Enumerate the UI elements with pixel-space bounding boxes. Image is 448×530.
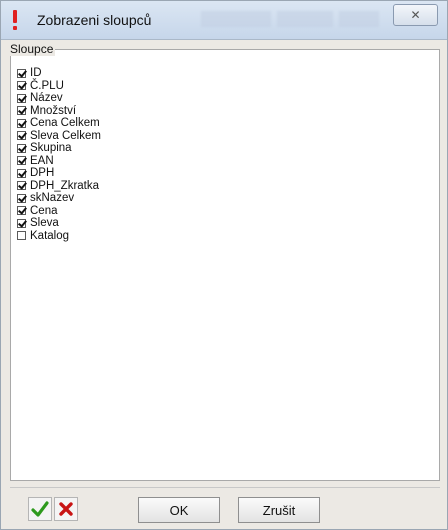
title-bar[interactable]: Zobrazeni sloupců ✕	[1, 1, 447, 40]
column-checkbox[interactable]	[17, 81, 26, 91]
column-item[interactable]: Cena	[17, 205, 101, 218]
column-checkbox[interactable]	[17, 168, 26, 178]
check-all-button[interactable]	[28, 497, 52, 521]
background-blur	[339, 11, 379, 27]
column-label: Č.PLU	[30, 79, 64, 92]
column-checkbox[interactable]	[17, 106, 26, 116]
column-checkbox[interactable]	[17, 118, 26, 128]
column-checkbox[interactable]	[17, 206, 26, 216]
red-x-icon	[59, 502, 73, 516]
background-blur	[277, 11, 333, 27]
column-label: skNazev	[30, 192, 75, 205]
column-checkbox[interactable]	[17, 131, 26, 141]
column-item[interactable]: skNazev	[17, 192, 101, 205]
background-blur	[201, 11, 271, 27]
column-item[interactable]: EAN	[17, 155, 101, 168]
column-label: Název	[30, 92, 63, 105]
column-checkbox[interactable]	[17, 68, 26, 78]
divider	[10, 487, 440, 488]
column-label: Katalog	[30, 229, 70, 242]
column-checkbox[interactable]	[17, 193, 26, 203]
column-label: Množství	[30, 104, 77, 117]
column-item[interactable]: ID	[17, 67, 101, 80]
cancel-button[interactable]: Zrušit	[238, 497, 320, 523]
uncheck-all-button[interactable]	[54, 497, 78, 521]
column-item[interactable]: Sleva	[17, 217, 101, 230]
column-label: DPH	[30, 167, 55, 180]
column-item[interactable]: DPH_Zkratka	[17, 180, 101, 193]
column-item[interactable]: DPH	[17, 167, 101, 180]
column-checkbox[interactable]	[17, 218, 26, 228]
column-item[interactable]: Skupina	[17, 142, 101, 155]
column-item[interactable]: Množství	[17, 105, 101, 118]
column-label: ID	[30, 67, 42, 80]
column-checkbox[interactable]	[17, 143, 26, 153]
column-checkbox[interactable]	[17, 156, 26, 166]
column-label: Skupina	[30, 142, 72, 155]
window-title: Zobrazeni sloupců	[37, 12, 152, 28]
column-label: Cena	[30, 204, 58, 217]
group-legend: Sloupce	[8, 42, 56, 56]
column-label: Sleva Celkem	[30, 129, 101, 142]
column-item[interactable]: Název	[17, 92, 101, 105]
ok-button[interactable]: OK	[138, 497, 220, 523]
column-list: ID Č.PLU Název Množství Cena Celkem Sleva Cel…	[17, 67, 101, 242]
column-item[interactable]: Cena Celkem	[17, 117, 101, 130]
exclamation-icon	[11, 10, 19, 30]
column-item[interactable]: Sleva Celkem	[17, 130, 101, 143]
column-label: DPH_Zkratka	[30, 179, 100, 192]
green-check-icon	[31, 501, 49, 517]
close-button[interactable]: ✕	[393, 4, 438, 26]
column-label: Cena Celkem	[30, 117, 100, 130]
column-checkbox[interactable]	[17, 181, 26, 191]
column-label: Sleva	[30, 217, 59, 230]
column-item[interactable]: Č.PLU	[17, 80, 101, 93]
dialog-window: Zobrazeni sloupců ✕ Sloupce ID Č.PLU Název…	[0, 0, 448, 530]
column-label: EAN	[30, 154, 54, 167]
column-item[interactable]: Katalog	[17, 230, 101, 243]
column-checkbox[interactable]	[17, 231, 26, 241]
column-checkbox[interactable]	[17, 93, 26, 103]
